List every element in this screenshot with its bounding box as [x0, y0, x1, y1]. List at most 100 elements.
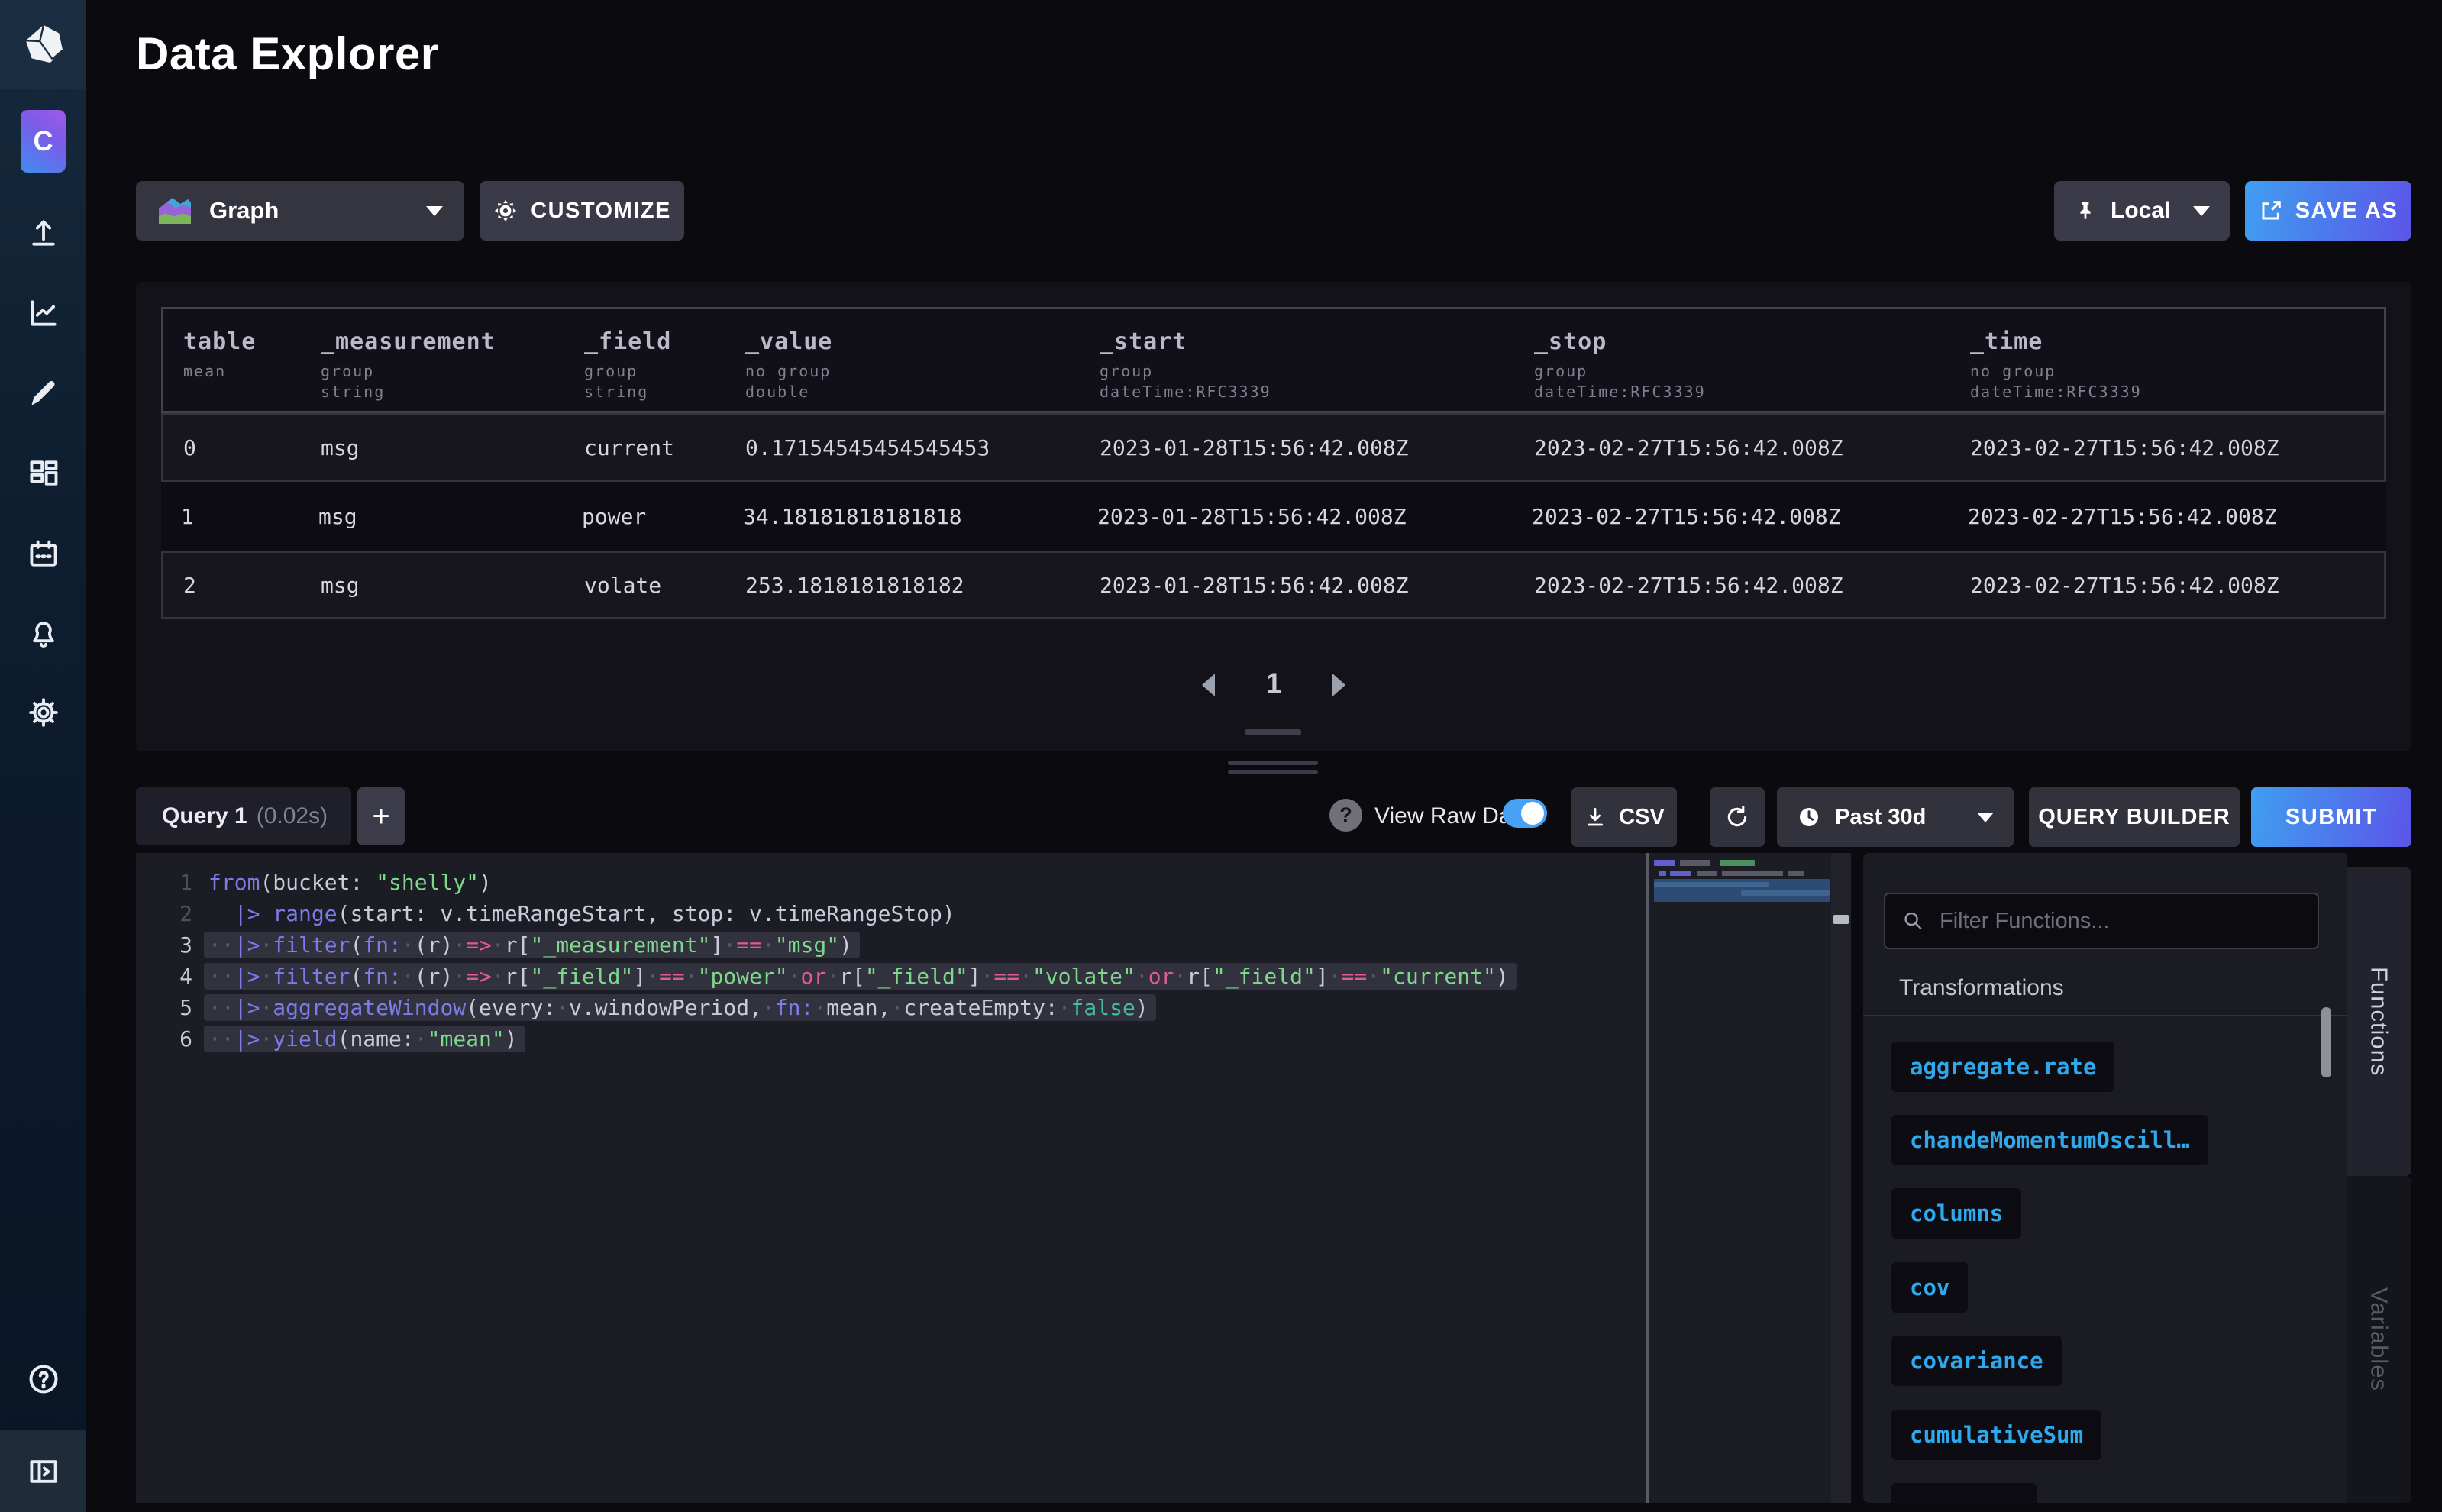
column-name: _measurement	[321, 328, 584, 355]
avatar-letter: C	[34, 125, 53, 157]
column-header-_value[interactable]: _valueno groupdouble	[745, 309, 1100, 411]
column-meta: group	[1534, 361, 1970, 382]
visualization-type-dropdown[interactable]: Graph	[136, 181, 464, 241]
minimap-token	[1788, 871, 1804, 876]
refresh-button[interactable]	[1710, 787, 1765, 847]
scope-dropdown[interactable]: Local	[2054, 181, 2230, 241]
function-chip[interactable]: covariance	[1891, 1336, 2062, 1386]
avatar[interactable]: C	[21, 110, 66, 173]
column-name: table	[183, 328, 321, 355]
dashboards-icon	[27, 457, 60, 490]
previous-page-icon[interactable]	[1202, 674, 1215, 696]
sidebar-item-load-data[interactable]	[0, 210, 86, 256]
function-chip[interactable]: cov	[1891, 1262, 1968, 1313]
table-cell: 0	[183, 435, 321, 460]
tab-functions[interactable]: Functions	[2347, 867, 2411, 1176]
refresh-icon	[1724, 804, 1750, 830]
column-header-_start[interactable]: _startgroupdateTime:RFC3339	[1100, 309, 1534, 411]
page-indicator-bar	[1245, 729, 1301, 735]
minimap-token	[1659, 871, 1666, 876]
minimap-token	[1697, 871, 1717, 876]
editor-scrollbar-thumb[interactable]	[1833, 915, 1849, 924]
influxdb-logo[interactable]	[0, 0, 86, 89]
filter-functions-field[interactable]	[1940, 909, 2301, 934]
minimap-token	[1720, 860, 1755, 866]
sidebar-expand-toggle[interactable]	[0, 1430, 86, 1512]
sidebar-item-settings[interactable]	[0, 690, 86, 735]
sidebar-item-tasks[interactable]	[0, 531, 86, 577]
function-chip[interactable]: aggregate.rate	[1891, 1042, 2114, 1092]
column-meta: string	[321, 382, 584, 402]
chevron-down-icon	[1977, 813, 1994, 822]
line-number: 5	[136, 995, 192, 1020]
function-chip[interactable]: columns	[1891, 1188, 2021, 1239]
tab-variables[interactable]: Variables	[2347, 1176, 2411, 1503]
column-header-_time[interactable]: _timeno groupdateTime:RFC3339	[1970, 309, 2384, 411]
code-line[interactable]: 2 |> range(start: v.timeRangeStart, stop…	[136, 898, 1646, 929]
column-meta: double	[745, 382, 1100, 402]
csv-download-button[interactable]: CSV	[1571, 787, 1677, 847]
view-raw-data-toggle[interactable]	[1503, 799, 1547, 828]
table-cell: 0.17154545454545453	[745, 435, 1100, 460]
pencil-icon	[27, 376, 60, 410]
function-chip[interactable]	[1891, 1483, 2037, 1503]
bell-icon	[27, 617, 60, 651]
next-page-icon[interactable]	[1332, 674, 1345, 696]
code-line[interactable]: 6··|>·yield(name:·"mean")	[136, 1023, 1646, 1055]
code-line[interactable]: 5··|>·aggregateWindow(every:·v.windowPer…	[136, 992, 1646, 1023]
table-cell: 1	[181, 504, 318, 529]
page-number[interactable]: 1	[1266, 667, 1282, 699]
function-chip[interactable]: cumulativeSum	[1891, 1410, 2101, 1460]
column-meta: no group	[1970, 361, 2384, 382]
column-meta: string	[584, 382, 745, 402]
flux-code-editor[interactable]: 1 from(bucket: "shelly")2 |> range(start:…	[136, 853, 1646, 1503]
sidebar-item-help[interactable]	[0, 1356, 86, 1402]
submit-button[interactable]: SUBMIT	[2251, 787, 2411, 847]
code-text: ··|>·yield(name:·"mean")	[204, 1026, 525, 1052]
code-line[interactable]: 3··|>·filter(fn:·(r)·=>·r["_measurement"…	[136, 929, 1646, 961]
table-cell: volate	[584, 573, 745, 598]
chevron-down-icon	[2193, 206, 2210, 216]
save-as-button[interactable]: SAVE AS	[2245, 181, 2411, 241]
table-row: 0msgcurrent0.171545454545454532023-01-28…	[161, 413, 2386, 482]
filter-functions-input[interactable]	[1884, 893, 2319, 949]
add-query-button[interactable]: +	[357, 787, 405, 845]
customize-button[interactable]: CUSTOMIZE	[480, 181, 684, 241]
column-name: _field	[584, 328, 745, 355]
line-number: 4	[136, 964, 192, 989]
raw-data-help-icon[interactable]: ?	[1329, 799, 1362, 832]
code-line[interactable]: 4··|>·filter(fn:·(r)·=>·r["_field"]·==·"…	[136, 961, 1646, 992]
column-name: _stop	[1534, 328, 1970, 355]
column-header-_measurement[interactable]: _measurementgroupstring	[321, 309, 584, 411]
sidebar-item-notebooks[interactable]	[0, 370, 86, 416]
expand-panel-icon	[27, 1455, 60, 1488]
column-header-_field[interactable]: _fieldgroupstring	[584, 309, 745, 411]
editor-minimap[interactable]	[1649, 853, 1831, 1503]
code-line[interactable]: 1 from(bucket: "shelly")	[136, 867, 1646, 898]
panel-resize-handle[interactable]	[1228, 770, 1318, 774]
minimap-token	[1680, 860, 1710, 866]
column-header-table[interactable]: tablemean	[183, 309, 321, 411]
save-as-label: SAVE AS	[2295, 199, 2398, 224]
functions-scrollbar-thumb[interactable]	[2321, 1007, 2331, 1077]
query-builder-button[interactable]: QUERY BUILDER	[2029, 787, 2240, 847]
sidebar-item-alerts[interactable]	[0, 611, 86, 657]
code-text: from(bucket: "shelly")	[208, 869, 499, 896]
functions-category-label: Transformations	[1899, 975, 2064, 1001]
query-tab[interactable]: Query 1 (0.02s)	[136, 787, 351, 845]
help-icon	[26, 1362, 61, 1397]
clock-icon	[1797, 805, 1821, 829]
sidebar-item-dashboards[interactable]	[0, 451, 86, 496]
table-cell: 2023-02-27T15:56:42.008Z	[1970, 435, 2384, 460]
toggle-knob	[1521, 802, 1544, 825]
plus-icon: +	[372, 800, 389, 834]
function-chip[interactable]: chandeMomentumOscill…	[1891, 1115, 2208, 1165]
sidebar-item-data-explorer[interactable]	[0, 290, 86, 336]
panel-resize-handle[interactable]	[1228, 761, 1318, 765]
time-range-dropdown[interactable]: Past 30d	[1777, 787, 2014, 847]
column-header-_stop[interactable]: _stopgroupdateTime:RFC3339	[1534, 309, 1970, 411]
line-number: 1	[136, 870, 192, 895]
line-number: 3	[136, 932, 192, 958]
editor-scrollbar[interactable]	[1831, 853, 1851, 1503]
column-name: _time	[1970, 328, 2384, 355]
